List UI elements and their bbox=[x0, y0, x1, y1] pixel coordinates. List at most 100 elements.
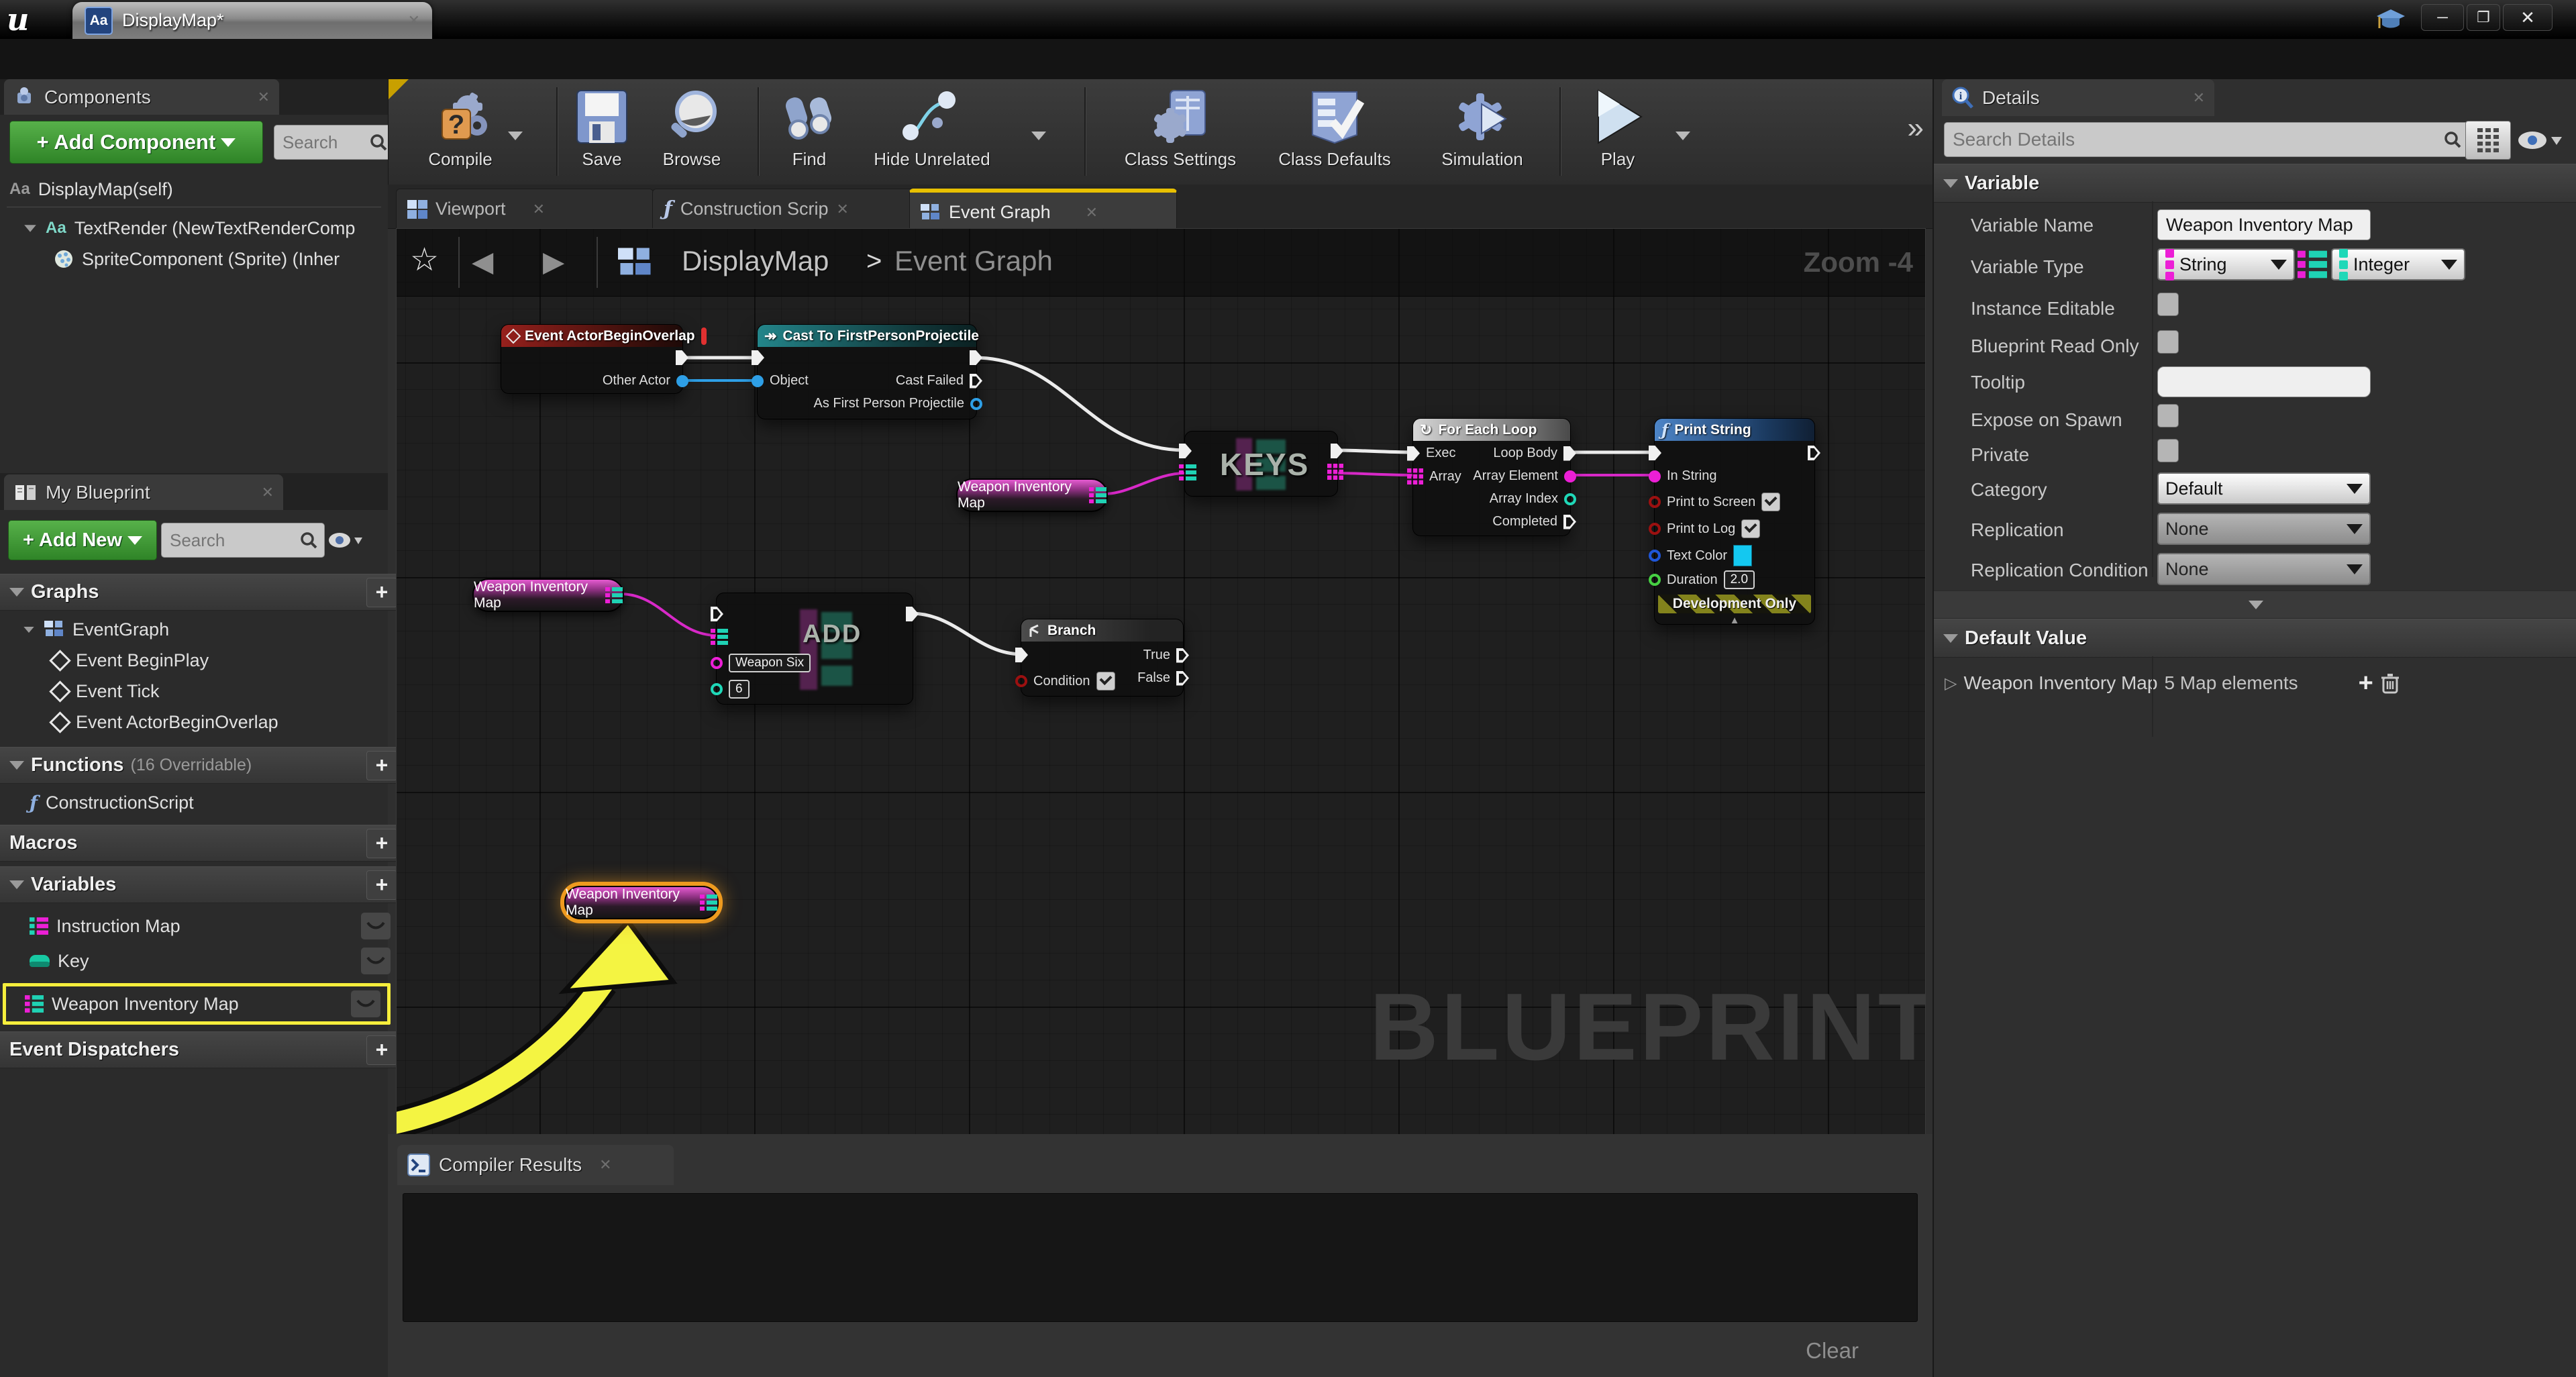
pin-exec-in[interactable] bbox=[1649, 446, 1661, 460]
components-search-input[interactable] bbox=[281, 131, 364, 154]
sidebar-item-event-actorbeginoverlap[interactable]: Event ActorBeginOverlap bbox=[43, 708, 397, 736]
pin-target-map[interactable] bbox=[1179, 464, 1196, 481]
map-pin-icon[interactable] bbox=[1089, 487, 1106, 504]
add-variable-button[interactable]: + bbox=[366, 870, 397, 900]
pin-in-string[interactable]: In String bbox=[1649, 468, 1716, 484]
value-field[interactable]: 6 bbox=[729, 680, 750, 699]
closed-eye-icon[interactable] bbox=[361, 948, 391, 974]
variable-section-header[interactable]: Variable bbox=[1934, 164, 2576, 203]
pin-array-in[interactable]: Array bbox=[1407, 468, 1461, 484]
replication-condition-dropdown[interactable]: None bbox=[2157, 553, 2371, 585]
node-for-each-loop[interactable]: ↻ For Each Loop Exec Array Loop Body Arr… bbox=[1407, 418, 1576, 536]
add-new-button[interactable]: + Add New bbox=[8, 520, 157, 560]
sidebar-item-event-beginplay[interactable]: Event BeginPlay bbox=[43, 646, 397, 674]
node-cast-to-firstpersonprojectile[interactable]: ↠ Cast To FirstPersonProjectile Object C… bbox=[752, 324, 982, 419]
expose-on-spawn-checkbox[interactable] bbox=[2157, 404, 2179, 427]
trash-icon[interactable] bbox=[2380, 672, 2400, 695]
components-tab[interactable]: Components ✕ bbox=[4, 79, 279, 115]
component-row-self[interactable]: Aa DisplayMap(self) bbox=[0, 174, 397, 204]
section-expander-icon[interactable] bbox=[1943, 178, 1958, 188]
variable-type-value-dropdown[interactable]: Integer bbox=[2331, 248, 2465, 280]
variable-row-key[interactable]: Key bbox=[20, 946, 397, 976]
restore-button[interactable]: ❐ bbox=[2467, 4, 2500, 31]
pin-exec-out[interactable] bbox=[970, 350, 982, 365]
key-value-field[interactable]: Weapon Six bbox=[729, 654, 811, 672]
tab-event-graph[interactable]: Event Graph ✕ bbox=[909, 189, 1177, 232]
visibility-filter-icon[interactable] bbox=[327, 529, 362, 551]
pin-exec-in[interactable] bbox=[1015, 648, 1028, 662]
add-function-button[interactable]: + bbox=[366, 750, 397, 780]
checkbox-checked[interactable] bbox=[1096, 672, 1115, 691]
find-button[interactable]: Find bbox=[766, 86, 853, 180]
duration-value[interactable]: 2.0 bbox=[1723, 570, 1755, 589]
hide-unrelated-chevron[interactable] bbox=[1031, 132, 1046, 140]
component-row-sprite[interactable]: SpriteComponent (Sprite) (Inher bbox=[44, 244, 397, 274]
pin-keys-array-out[interactable] bbox=[1327, 464, 1343, 480]
add-event-dispatcher-button[interactable]: + bbox=[366, 1035, 397, 1065]
sidebar-item-constructionscript[interactable]: ƒ ConstructionScript bbox=[20, 788, 397, 817]
closed-eye-icon[interactable] bbox=[361, 913, 391, 939]
pin-true[interactable]: True bbox=[1143, 648, 1189, 663]
category-dropdown[interactable]: Default bbox=[2157, 472, 2371, 505]
nav-forward-icon[interactable]: ▶ bbox=[543, 245, 564, 278]
pin-cast-failed[interactable]: Cast Failed bbox=[896, 373, 982, 389]
pin-exec-out[interactable] bbox=[1808, 446, 1820, 460]
tab-close-icon[interactable]: ✕ bbox=[533, 201, 545, 218]
my-blueprint-tab[interactable]: My Blueprint ✕ bbox=[4, 474, 283, 510]
compile-button[interactable]: ? Compile bbox=[403, 86, 517, 180]
default-value-row[interactable]: ▷ Weapon Inventory Map 5 Map elements + bbox=[1945, 667, 2569, 699]
breadcrumb-event-graph[interactable]: Event Graph bbox=[894, 245, 1053, 277]
event-dispatchers-section-header[interactable]: Event Dispatchers + bbox=[0, 1031, 407, 1068]
pin-print-to-screen[interactable]: Print to Screen bbox=[1649, 493, 1781, 511]
pin-value-input[interactable]: 6 bbox=[711, 680, 750, 699]
tooltip-input[interactable] bbox=[2157, 366, 2371, 397]
pin-exec-in[interactable] bbox=[752, 350, 764, 365]
details-tab-close-icon[interactable]: ✕ bbox=[2193, 89, 2205, 107]
property-matrix-button[interactable] bbox=[2465, 121, 2511, 160]
functions-section-header[interactable]: Functions (16 Overridable) + bbox=[0, 747, 407, 784]
tutorial-cap-icon[interactable] bbox=[2375, 8, 2406, 35]
add-element-button[interactable]: + bbox=[2359, 669, 2373, 698]
pin-exec-in[interactable] bbox=[711, 607, 723, 621]
save-button[interactable]: Save bbox=[562, 86, 642, 180]
sidebar-item-eventgraph[interactable]: EventGraph bbox=[12, 615, 397, 644]
variable-type-key-dropdown[interactable]: String bbox=[2157, 248, 2295, 280]
tab-construction-script[interactable]: ƒ Construction Scrip ✕ bbox=[652, 189, 917, 229]
components-tab-close-icon[interactable]: ✕ bbox=[258, 89, 270, 106]
toolbar-overflow-chevron[interactable]: » bbox=[1908, 111, 1924, 145]
add-graph-button[interactable]: + bbox=[366, 577, 397, 607]
pin-array-element[interactable]: Array Element bbox=[1473, 468, 1576, 484]
pin-other-actor[interactable]: Other Actor bbox=[603, 373, 688, 389]
breadcrumb-displaymap[interactable]: DisplayMap bbox=[682, 245, 829, 277]
pin-exec-in[interactable] bbox=[1179, 444, 1192, 458]
compiler-tab-close-icon[interactable]: ✕ bbox=[599, 1156, 611, 1174]
event-graph-canvas[interactable]: ☆ ◀ ▶ DisplayMap > Event Graph Zoom -4 B… bbox=[396, 228, 1926, 1135]
pin-exec-in[interactable]: Exec bbox=[1407, 446, 1455, 461]
variables-section-header[interactable]: Variables + bbox=[0, 866, 407, 903]
pin-false[interactable]: False bbox=[1137, 670, 1189, 686]
tab-close-icon[interactable]: ✕ bbox=[837, 201, 849, 218]
details-search[interactable] bbox=[1944, 122, 2469, 157]
color-swatch[interactable] bbox=[1733, 545, 1753, 566]
checkbox-checked[interactable] bbox=[1741, 519, 1761, 538]
details-visibility-icon[interactable] bbox=[2516, 129, 2563, 152]
components-search[interactable] bbox=[274, 125, 395, 160]
play-button[interactable]: Play bbox=[1571, 86, 1665, 180]
node-map-keys[interactable]: KEYS bbox=[1179, 431, 1343, 497]
pin-exec-out[interactable] bbox=[676, 350, 688, 365]
tab-viewport[interactable]: Viewport ✕ bbox=[396, 189, 654, 229]
expander-icon[interactable] bbox=[24, 224, 36, 232]
browse-button[interactable]: Browse bbox=[645, 86, 739, 180]
node-event-actorbeginoverlap[interactable]: Event ActorBeginOverlap Other Actor bbox=[501, 324, 707, 394]
pin-print-to-log[interactable]: Print to Log bbox=[1649, 519, 1761, 538]
simulation-button[interactable]: Simulation bbox=[1422, 86, 1543, 180]
details-tab[interactable]: i Details ✕ bbox=[1942, 79, 2214, 116]
play-options-chevron[interactable] bbox=[1676, 132, 1690, 140]
section-expander-icon[interactable] bbox=[9, 761, 24, 770]
compile-options-chevron[interactable] bbox=[508, 132, 523, 140]
section-expander-icon[interactable] bbox=[1943, 633, 1958, 643]
closed-eye-icon[interactable] bbox=[351, 990, 380, 1017]
pin-exec-out[interactable] bbox=[906, 607, 919, 621]
add-macro-button[interactable]: + bbox=[366, 828, 397, 858]
tab-close-icon[interactable]: ✕ bbox=[1086, 204, 1098, 221]
